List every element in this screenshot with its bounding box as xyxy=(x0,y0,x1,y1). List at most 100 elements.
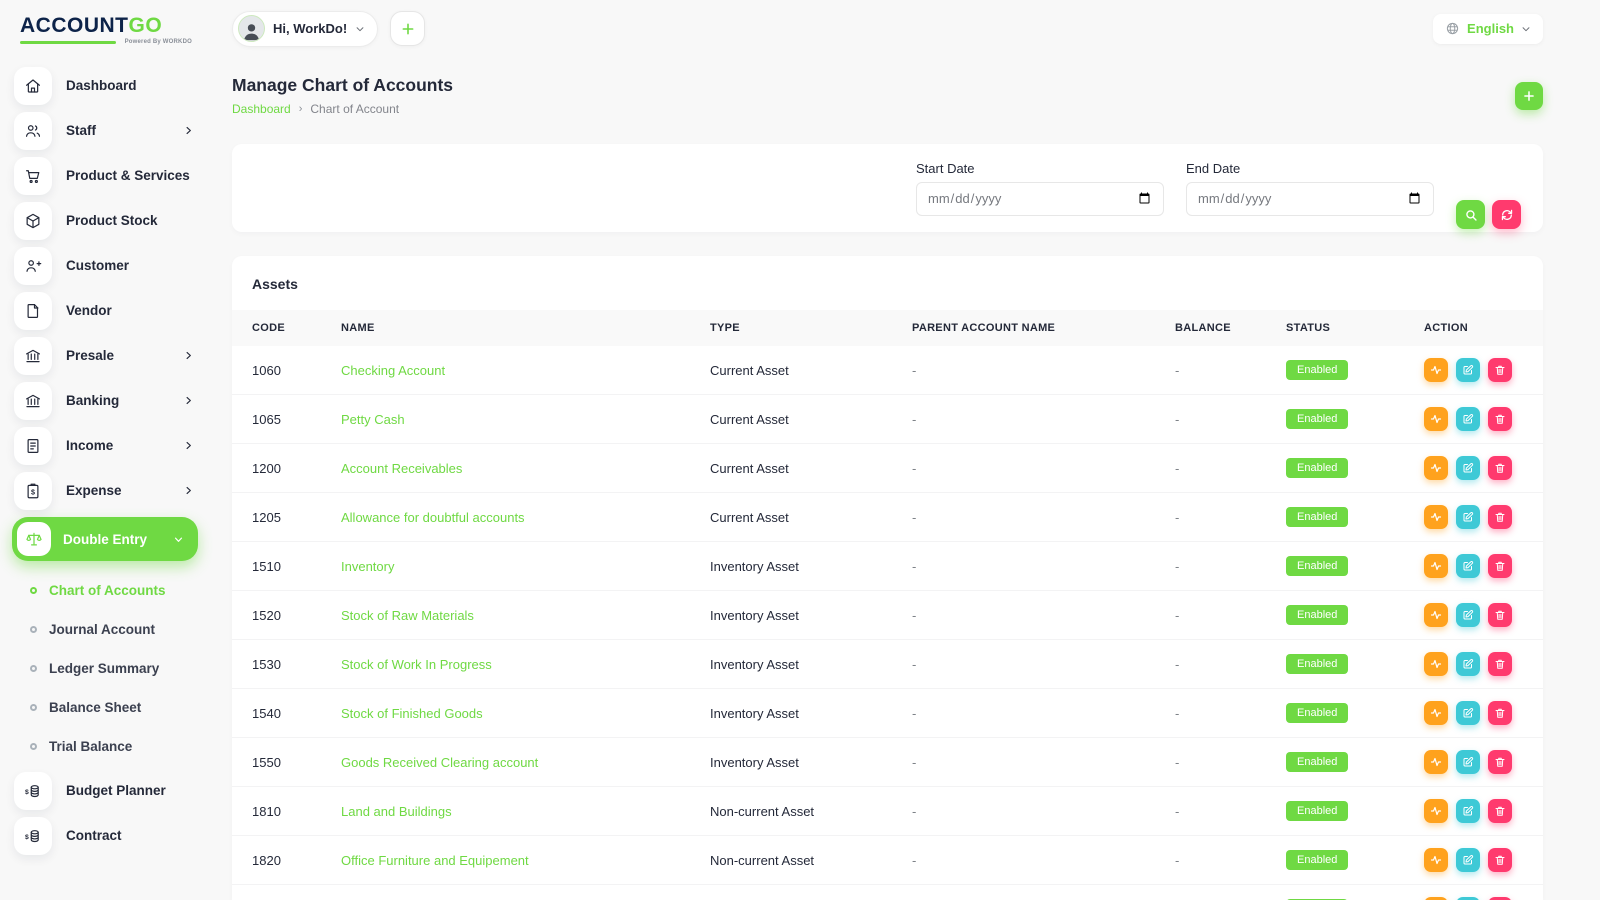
table-row: 1810Land and BuildingsNon-current Asset-… xyxy=(232,787,1543,836)
cell-type: Current Asset xyxy=(710,412,789,427)
breadcrumb-dashboard-link[interactable]: Dashboard xyxy=(232,102,291,116)
delete-button[interactable] xyxy=(1488,701,1512,725)
sidebar-item-customer[interactable]: Customer xyxy=(0,243,210,288)
breadcrumb: Dashboard › Chart of Account xyxy=(232,102,453,116)
sidebar-item-product-services[interactable]: Product & Services xyxy=(0,153,210,198)
edit-button[interactable] xyxy=(1456,652,1480,676)
activity-icon xyxy=(1430,658,1442,670)
col-parent: PARENT ACCOUNT NAME xyxy=(912,310,1175,346)
activity-button[interactable] xyxy=(1424,358,1448,382)
account-name-link[interactable]: Inventory xyxy=(341,559,394,574)
edit-button[interactable] xyxy=(1456,456,1480,480)
activity-button[interactable] xyxy=(1424,652,1448,676)
sidebar-item-budget-planner[interactable]: $Budget Planner xyxy=(0,768,210,813)
edit-icon xyxy=(1462,805,1474,817)
edit-icon xyxy=(1462,609,1474,621)
edit-button[interactable] xyxy=(1456,554,1480,578)
cube-icon xyxy=(14,202,52,240)
sidebar-group-double-entry[interactable]: Double Entry xyxy=(12,517,198,561)
account-name-link[interactable]: Stock of Finished Goods xyxy=(341,706,483,721)
bullet-icon xyxy=(30,587,37,594)
sidebar-item-ledger-summary[interactable]: Ledger Summary xyxy=(0,649,210,688)
account-name-link[interactable]: Stock of Raw Materials xyxy=(341,608,474,623)
activity-button[interactable] xyxy=(1424,848,1448,872)
delete-button[interactable] xyxy=(1488,799,1512,823)
sidebar-item-staff[interactable]: Staff xyxy=(0,108,210,153)
table-row: 1205Allowance for doubtful accountsCurre… xyxy=(232,493,1543,542)
sidebar-item-chart-of-accounts[interactable]: Chart of Accounts xyxy=(0,571,210,610)
sidebar-item-income[interactable]: Income xyxy=(0,423,210,468)
account-name-link[interactable]: Stock of Work In Progress xyxy=(341,657,492,672)
sidebar-nav: DashboardStaff Product & Services Product … xyxy=(0,63,210,858)
end-date-input[interactable] xyxy=(1186,182,1434,216)
edit-button[interactable] xyxy=(1456,750,1480,774)
edit-button[interactable] xyxy=(1456,701,1480,725)
edit-button[interactable] xyxy=(1456,358,1480,382)
activity-button[interactable] xyxy=(1424,799,1448,823)
account-name-link[interactable]: Checking Account xyxy=(341,363,445,378)
chevron-right-icon xyxy=(183,125,194,136)
activity-button[interactable] xyxy=(1424,407,1448,431)
edit-button[interactable] xyxy=(1456,799,1480,823)
search-button[interactable] xyxy=(1456,200,1485,229)
table-row: 1820Office Furniture and EquipementNon-c… xyxy=(232,836,1543,885)
delete-button[interactable] xyxy=(1488,603,1512,627)
brand-name-primary: ACCOUNT xyxy=(20,14,129,37)
edit-button[interactable] xyxy=(1456,848,1480,872)
edit-button[interactable] xyxy=(1456,505,1480,529)
activity-button[interactable] xyxy=(1424,505,1448,529)
delete-button[interactable] xyxy=(1488,554,1512,578)
cell-parent-account: - xyxy=(912,510,916,525)
account-name-link[interactable]: Goods Received Clearing account xyxy=(341,755,538,770)
cell-parent-account: - xyxy=(912,853,916,868)
sidebar-item-balance-sheet[interactable]: Balance Sheet xyxy=(0,688,210,727)
edit-button[interactable] xyxy=(1456,603,1480,627)
delete-button[interactable] xyxy=(1488,505,1512,529)
activity-button[interactable] xyxy=(1424,456,1448,480)
activity-button[interactable] xyxy=(1424,750,1448,774)
delete-button[interactable] xyxy=(1488,456,1512,480)
delete-button[interactable] xyxy=(1488,750,1512,774)
col-action: ACTION xyxy=(1424,310,1543,346)
sidebar-item-trial-balance[interactable]: Trial Balance xyxy=(0,727,210,766)
sidebar-item-banking[interactable]: Banking xyxy=(0,378,210,423)
user-greeting: Hi, WorkDo! xyxy=(273,21,347,36)
cell-balance: - xyxy=(1175,853,1179,868)
breadcrumb-current: Chart of Account xyxy=(310,102,399,116)
submenu-item-label: Trial Balance xyxy=(49,739,132,754)
table-row: 1825Accum.depreciation-Furn. and EquipNo… xyxy=(232,885,1543,900)
account-name-link[interactable]: Office Furniture and Equipement xyxy=(341,853,529,868)
brand-logo[interactable]: ACCOUNTGO Powered By WORKDO xyxy=(0,0,210,45)
delete-button[interactable] xyxy=(1488,848,1512,872)
sidebar-item-label: Product & Services xyxy=(66,168,194,183)
account-name-link[interactable]: Petty Cash xyxy=(341,412,405,427)
create-account-button[interactable] xyxy=(1515,82,1543,110)
delete-button[interactable] xyxy=(1488,652,1512,676)
account-name-link[interactable]: Allowance for doubtful accounts xyxy=(341,510,525,525)
sidebar-item-contract[interactable]: $Contract xyxy=(0,813,210,858)
account-name-link[interactable]: Land and Buildings xyxy=(341,804,452,819)
sidebar-item-presale[interactable]: Presale xyxy=(0,333,210,378)
cell-parent-account: - xyxy=(912,461,916,476)
account-name-link[interactable]: Account Receivables xyxy=(341,461,462,476)
edit-icon xyxy=(1462,462,1474,474)
activity-button[interactable] xyxy=(1424,603,1448,627)
reset-button[interactable] xyxy=(1492,200,1521,229)
user-menu-button[interactable]: Hi, WorkDo! xyxy=(232,11,378,47)
delete-button[interactable] xyxy=(1488,407,1512,431)
add-workspace-button[interactable] xyxy=(390,11,425,46)
sidebar-item-label: Budget Planner xyxy=(66,783,194,798)
submenu-item-label: Chart of Accounts xyxy=(49,583,166,598)
sidebar-item-dashboard[interactable]: Dashboard xyxy=(0,63,210,108)
sidebar-item-journal-account[interactable]: Journal Account xyxy=(0,610,210,649)
edit-button[interactable] xyxy=(1456,407,1480,431)
language-selector[interactable]: English xyxy=(1433,14,1543,44)
sidebar-item-product-stock[interactable]: Product Stock xyxy=(0,198,210,243)
start-date-input[interactable] xyxy=(916,182,1164,216)
activity-button[interactable] xyxy=(1424,701,1448,725)
activity-button[interactable] xyxy=(1424,554,1448,578)
sidebar-group-label: Double Entry xyxy=(63,532,173,547)
sidebar-item-vendor[interactable]: Vendor xyxy=(0,288,210,333)
sidebar-item-expense[interactable]: $Expense xyxy=(0,468,210,513)
delete-button[interactable] xyxy=(1488,358,1512,382)
